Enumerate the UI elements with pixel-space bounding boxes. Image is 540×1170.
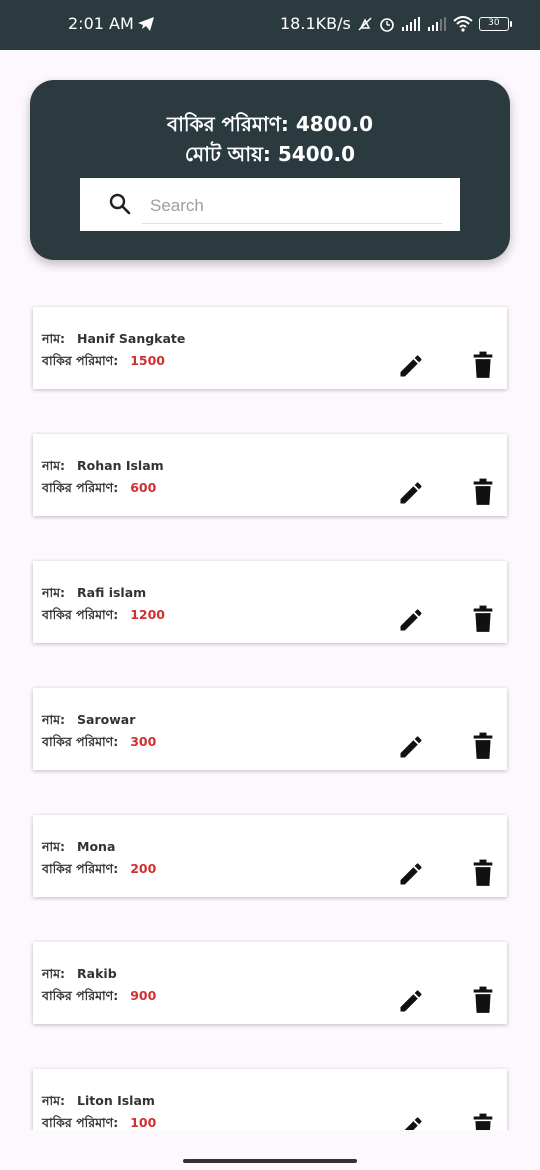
telegram-icon <box>137 16 154 31</box>
trash-icon[interactable] <box>472 478 494 506</box>
customer-name: Rafi islam <box>77 585 147 600</box>
status-time-group: 2:01 AM <box>68 14 154 33</box>
customer-name-row: নাম: Mona <box>42 839 115 859</box>
customer-card[interactable]: নাম: Rafi islam বাকির পরিমাণ: 1200 <box>33 561 507 643</box>
customer-due-amount: 1500 <box>130 353 165 368</box>
name-label: নাম: <box>42 1093 66 1108</box>
customer-due-amount: 200 <box>130 861 157 876</box>
customer-due-row: বাকির পরিমাণ: 300 <box>42 734 156 754</box>
customer-card[interactable]: নাম: Rakib বাকির পরিমাণ: 900 <box>33 942 507 1024</box>
trash-icon[interactable] <box>472 605 494 633</box>
customer-name: Mona <box>77 839 116 854</box>
status-time: 2:01 AM <box>68 14 134 33</box>
due-total: বাকির পরিমাণ: 4800.0 <box>166 112 374 136</box>
customer-name: Rohan Islam <box>77 458 164 473</box>
due-label: বাকির পরিমাণ: <box>42 353 119 368</box>
customer-due-row: বাকির পরিমাণ: 200 <box>42 861 156 881</box>
customer-name: Rakib <box>77 966 117 981</box>
income-total: মোট আয়: 5400.0 <box>184 142 356 166</box>
status-bar: 2:01 AM 18.1KB/s 30 <box>0 0 540 50</box>
name-label: নাম: <box>42 458 66 473</box>
customer-card[interactable]: নাম: Sarowar বাকির পরিমাণ: 300 <box>33 688 507 770</box>
pencil-icon[interactable] <box>397 606 425 634</box>
pencil-icon[interactable] <box>397 987 425 1015</box>
customer-due-amount: 600 <box>130 480 157 495</box>
trash-icon[interactable] <box>472 859 494 887</box>
customer-due-row: বাকির পরিমাণ: 1200 <box>42 607 165 627</box>
pencil-icon[interactable] <box>397 860 425 888</box>
customer-name: Liton Islam <box>77 1093 155 1108</box>
alarm-icon <box>380 17 394 32</box>
customer-name-row: নাম: Rakib <box>42 966 117 986</box>
customer-due-amount: 300 <box>130 734 157 749</box>
customer-name-row: নাম: Hanif Sangkate <box>42 331 185 351</box>
customer-due-row: বাকির পরিমাণ: 1500 <box>42 353 165 373</box>
customer-card[interactable]: নাম: Rohan Islam বাকির পরিমাণ: 600 <box>33 434 507 516</box>
customer-name-row: নাম: Rafi islam <box>42 585 146 605</box>
due-label: বাকির পরিমাণ: <box>42 607 119 622</box>
customer-due-row: বাকির পরিমাণ: 900 <box>42 988 156 1008</box>
mute-icon <box>358 16 372 31</box>
network-speed: 18.1KB/s <box>280 14 351 33</box>
search-icon <box>109 193 131 215</box>
name-label: নাম: <box>42 839 66 854</box>
signal-icon-2 <box>427 16 446 31</box>
customer-due-amount: 900 <box>130 988 157 1003</box>
customer-name-row: নাম: Sarowar <box>42 712 135 732</box>
due-label: বাকির পরিমাণ: <box>42 988 119 1003</box>
pencil-icon[interactable] <box>397 352 425 380</box>
trash-icon[interactable] <box>472 986 494 1014</box>
name-label: নাম: <box>42 712 66 727</box>
search-input[interactable] <box>142 188 442 224</box>
customer-card[interactable]: নাম: Hanif Sangkate বাকির পরিমাণ: 1500 <box>33 307 507 389</box>
due-label: বাকির পরিমাণ: <box>42 480 119 495</box>
name-label: নাম: <box>42 331 66 346</box>
signal-icon-1 <box>401 16 420 31</box>
wifi-icon <box>453 15 473 32</box>
due-label: বাকির পরিমাণ: <box>42 861 119 876</box>
summary-card: বাকির পরিমাণ: 4800.0 মোট আয়: 5400.0 <box>30 80 510 260</box>
home-indicator[interactable] <box>183 1159 357 1163</box>
customer-name: Sarowar <box>77 712 136 727</box>
customer-due-row: বাকির পরিমাণ: 600 <box>42 480 156 500</box>
customer-card[interactable]: নাম: Mona বাকির পরিমাণ: 200 <box>33 815 507 897</box>
trash-icon[interactable] <box>472 351 494 379</box>
customer-name: Hanif Sangkate <box>77 331 186 346</box>
name-label: নাম: <box>42 585 66 600</box>
name-label: নাম: <box>42 966 66 981</box>
due-label: বাকির পরিমাণ: <box>42 734 119 749</box>
customer-due-amount: 1200 <box>130 607 165 622</box>
customer-name-row: নাম: Liton Islam <box>42 1093 155 1113</box>
trash-icon[interactable] <box>472 732 494 760</box>
battery-icon: 30 <box>478 16 512 31</box>
pencil-icon[interactable] <box>397 479 425 507</box>
pencil-icon[interactable] <box>397 733 425 761</box>
search-bar[interactable] <box>80 178 460 231</box>
customer-name-row: নাম: Rohan Islam <box>42 458 164 478</box>
bottom-area <box>0 1130 540 1170</box>
status-right-group: 18.1KB/s 30 <box>280 14 512 33</box>
